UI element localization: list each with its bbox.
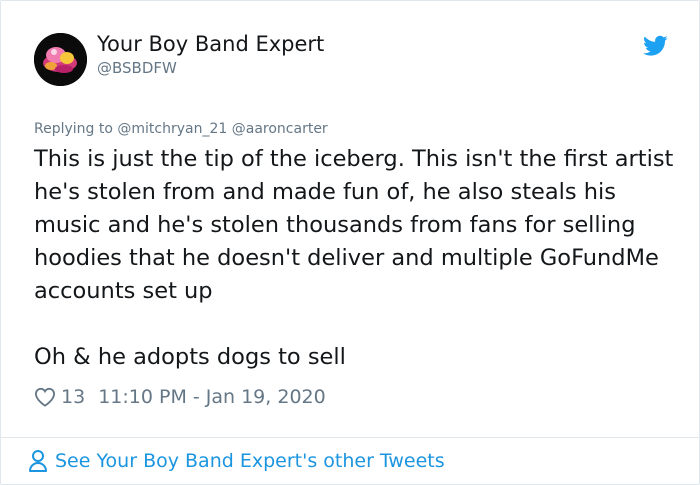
person-icon	[29, 450, 47, 472]
tweet-paragraph: Oh & he adopts dogs to sell	[34, 344, 346, 370]
author-handle[interactable]: @BSBDFW	[97, 59, 177, 77]
tweet-card: Your Boy Band Expert @BSBDFW Replying to…	[0, 0, 700, 485]
twitter-bird-icon[interactable]	[643, 35, 668, 57]
mention-link[interactable]: @mitchryan_21	[117, 121, 227, 137]
tweet-text: This is just the tip of the iceberg. Thi…	[34, 143, 684, 374]
tweet-timestamp[interactable]: 11:10 PM - Jan 19, 2020	[98, 386, 326, 408]
reply-context: Replying to @mitchryan_21 @aaroncarter	[34, 121, 328, 137]
heart-icon[interactable]	[34, 387, 56, 407]
avatar[interactable]	[34, 33, 87, 86]
like-count[interactable]: 13	[61, 386, 85, 408]
tweet-meta: 13 11:10 PM - Jan 19, 2020	[34, 386, 326, 408]
author-name[interactable]: Your Boy Band Expert	[97, 32, 324, 56]
see-other-tweets-label[interactable]: See Your Boy Band Expert's other Tweets	[55, 450, 445, 472]
see-other-tweets-link[interactable]: See Your Boy Band Expert's other Tweets	[28, 449, 445, 473]
tweet-paragraph: This is just the tip of the iceberg. Thi…	[34, 146, 674, 304]
mention-link[interactable]: @aaroncarter	[232, 121, 328, 137]
reply-label: Replying to	[34, 121, 113, 137]
divider	[1, 437, 699, 438]
